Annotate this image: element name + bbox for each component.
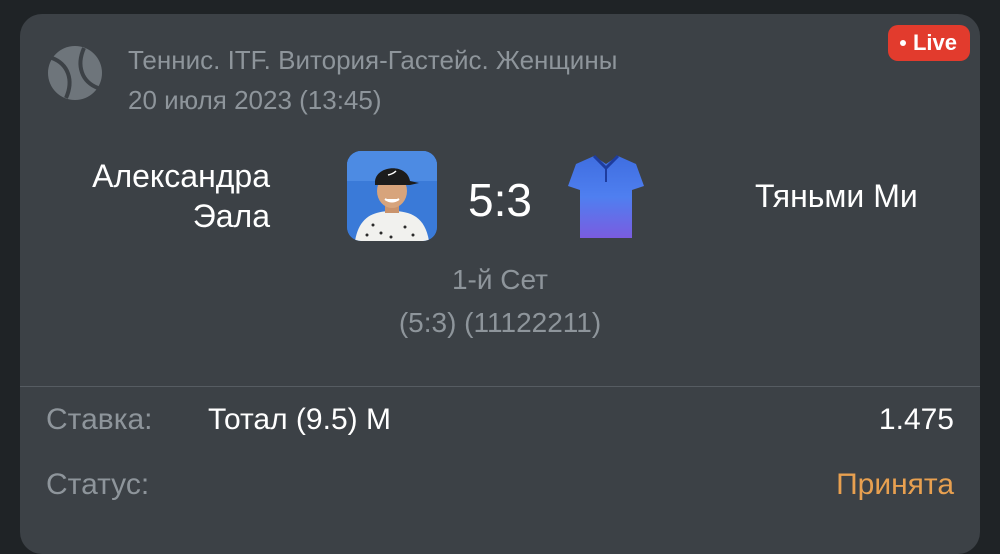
player-photo bbox=[347, 151, 437, 241]
status-label: Статус: bbox=[46, 468, 150, 501]
bet-card[interactable]: Теннис. ITF. Витория-Гастейс. Женщины 20… bbox=[20, 14, 980, 554]
player-left-avatar bbox=[347, 151, 437, 241]
match-score: 5:3 bbox=[468, 174, 532, 226]
live-label: Live bbox=[912, 30, 957, 55]
tennis-ball-icon bbox=[48, 46, 102, 100]
blue-shirt-icon bbox=[568, 154, 644, 238]
bet-odds: 1.475 bbox=[878, 403, 954, 436]
player-left-name: Александра Эала bbox=[10, 156, 270, 236]
set-detail: (5:3) (11122211) bbox=[398, 307, 602, 338]
set-label: 1-й Сет bbox=[451, 264, 548, 295]
bet-label: Ставка: bbox=[46, 403, 153, 436]
player-left-first-name: Александра bbox=[92, 158, 270, 194]
player-right-name: Тяньми Ми bbox=[755, 178, 918, 214]
live-badge: Live bbox=[887, 25, 970, 61]
live-dot-icon bbox=[899, 40, 906, 46]
event-meta: Теннис. ITF. Витория-Гастейс. Женщины 20… bbox=[128, 40, 617, 120]
divider bbox=[20, 386, 980, 387]
player-left-last-name: Эала bbox=[192, 198, 270, 234]
event-date: 20 июля 2023 (13:45) bbox=[128, 85, 382, 115]
bet-value: Тотал (9.5) М bbox=[208, 403, 391, 436]
status-value: Принята bbox=[836, 468, 954, 501]
tournament-name: Теннис. ITF. Витория-Гастейс. Женщины bbox=[128, 45, 618, 75]
